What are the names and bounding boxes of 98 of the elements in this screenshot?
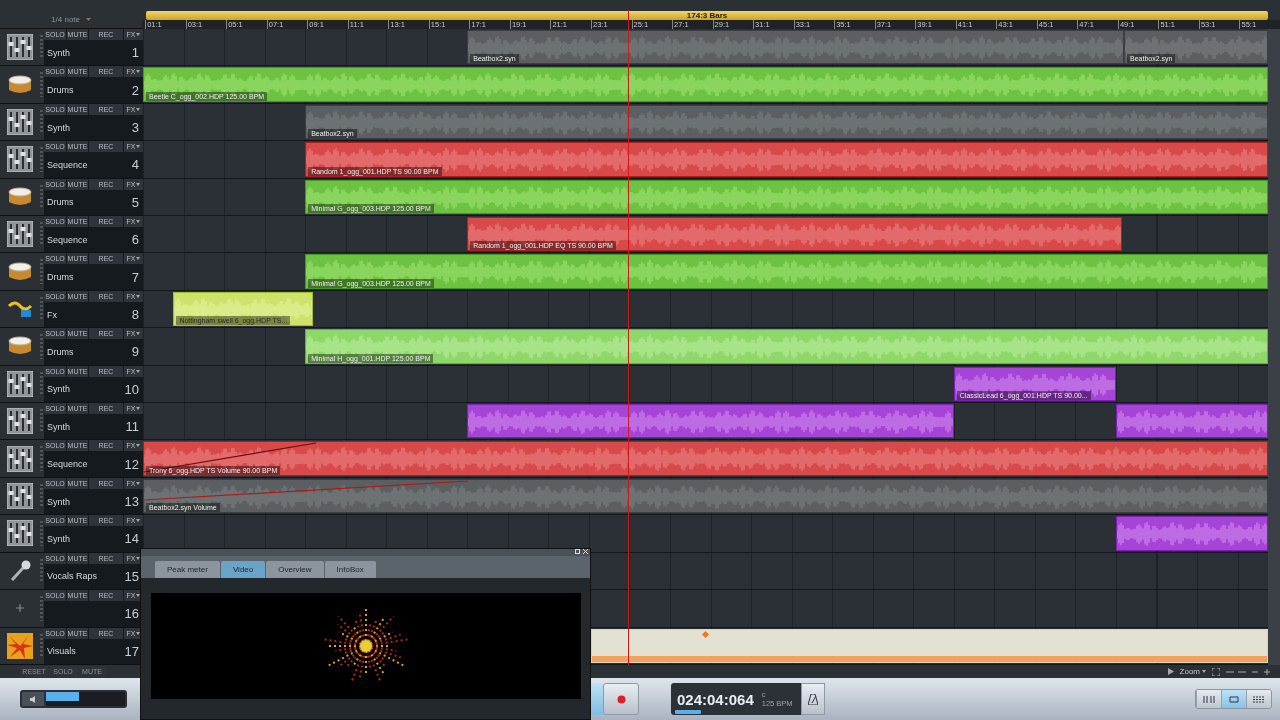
track-name: Drums [47, 346, 74, 357]
panel-tab[interactable]: Peak meter [155, 561, 220, 578]
metronome-icon [808, 693, 818, 705]
track-number: 2 [131, 82, 139, 98]
track-number: 17 [124, 643, 139, 659]
caret-icon [136, 519, 141, 523]
record-icon [616, 694, 626, 704]
caret-icon [136, 481, 141, 485]
view-mode-button[interactable] [1196, 690, 1221, 708]
track-name: Drums [47, 197, 74, 208]
track-number: 8 [131, 307, 139, 323]
vertical-scrollbar[interactable] [1268, 29, 1280, 665]
position-time: 024:04:064 [677, 690, 754, 708]
track-number: 16 [124, 606, 139, 622]
caret-icon [136, 631, 141, 635]
track-number: 1 [131, 45, 139, 61]
metronome-button[interactable] [801, 683, 825, 715]
mixer-faders-icon [7, 520, 33, 547]
microphone-icon [8, 558, 32, 583]
zoom-arrows-icon[interactable] [1226, 668, 1246, 675]
mixer-faders-icon [7, 146, 33, 173]
track-name: Sequence [47, 234, 88, 245]
caret-icon [136, 294, 141, 298]
mixer-faders-icon [7, 221, 33, 248]
track-number: 15 [124, 568, 139, 584]
caret-icon [136, 33, 141, 36]
track-name: Synth [47, 421, 70, 432]
panel-tab[interactable]: Overview [266, 561, 324, 578]
grid-icon [1253, 695, 1265, 703]
track-name: Synth [47, 122, 70, 133]
caret-icon [136, 407, 141, 411]
caret-icon [136, 220, 141, 224]
drum-icon [7, 260, 33, 283]
snap-value[interactable]: 1/4 note [51, 14, 80, 24]
caret-icon [136, 257, 141, 261]
visuals-burst-icon [7, 632, 33, 659]
mixer-faders-icon [7, 408, 33, 435]
volume-slider[interactable] [46, 692, 125, 706]
fit-icon[interactable] [1212, 667, 1220, 676]
view-mode-button[interactable] [1246, 690, 1271, 708]
mixer-faders-icon [7, 34, 33, 61]
caret-icon [136, 182, 141, 186]
keyframe-marker-icon[interactable] [701, 630, 709, 638]
drum-icon [7, 185, 33, 208]
caret-icon [136, 332, 141, 336]
caret-icon[interactable] [86, 17, 91, 21]
caret-icon [136, 145, 141, 149]
track-name: Sequence [47, 159, 88, 170]
track-name: Drums [47, 85, 74, 96]
view-mode-button[interactable] [1221, 690, 1246, 708]
minus-icon[interactable] [1252, 668, 1258, 675]
caret-icon [136, 594, 141, 598]
project-length-label: 174:3 Bars [686, 11, 728, 20]
speaker-icon [30, 695, 36, 703]
track-number: 9 [131, 344, 139, 360]
drum-icon [7, 73, 33, 96]
zoom-dropdown[interactable]: Zoom [1179, 667, 1206, 676]
track-name: Synth [47, 47, 70, 58]
grid-icon [1228, 695, 1240, 703]
track-name: Fx [47, 309, 57, 320]
track-number: 13 [124, 494, 139, 510]
plus-icon[interactable] [16, 604, 24, 613]
mixer-faders-icon [7, 445, 33, 472]
track-name: Synth [47, 534, 70, 544]
caret-icon [136, 556, 141, 560]
record-button[interactable] [603, 683, 639, 715]
track-number: 11 [125, 419, 139, 435]
grid-icon [1203, 695, 1215, 703]
track-number: 4 [131, 157, 139, 173]
track-name: Vocals Raps [47, 571, 98, 582]
track-number: 3 [131, 120, 139, 135]
track-name: Sequence [47, 459, 88, 470]
track-number: 14 [124, 531, 139, 547]
mixer-faders-icon [7, 109, 33, 135]
caret-icon [136, 107, 141, 111]
close-icon[interactable] [583, 549, 588, 554]
track-name: Visuals [47, 646, 76, 657]
panel-tab[interactable]: InfoBox [324, 561, 376, 578]
track-number: 12 [124, 456, 139, 472]
track-number: 5 [131, 194, 139, 210]
plus-icon[interactable] [1264, 668, 1270, 675]
mixer-faders-icon [7, 483, 33, 510]
caret-icon [1202, 670, 1206, 673]
caret-icon [136, 70, 141, 74]
speaker-button[interactable] [22, 692, 44, 706]
caret-icon [136, 369, 141, 373]
track-name: Synth [47, 496, 70, 507]
mixer-faders-icon [7, 370, 33, 397]
project-length-bar[interactable]: 174:3 Bars [146, 11, 1268, 20]
track-name: Drums [47, 272, 74, 283]
track-number: 10 [124, 381, 139, 397]
track-number: 7 [131, 269, 139, 285]
caret-icon [136, 444, 141, 448]
track-name: Synth [47, 384, 70, 395]
play-icon[interactable] [1167, 668, 1174, 675]
track-number: 6 [131, 232, 139, 248]
maximize-icon[interactable] [575, 549, 580, 554]
panel-tab[interactable]: Video [220, 561, 266, 578]
